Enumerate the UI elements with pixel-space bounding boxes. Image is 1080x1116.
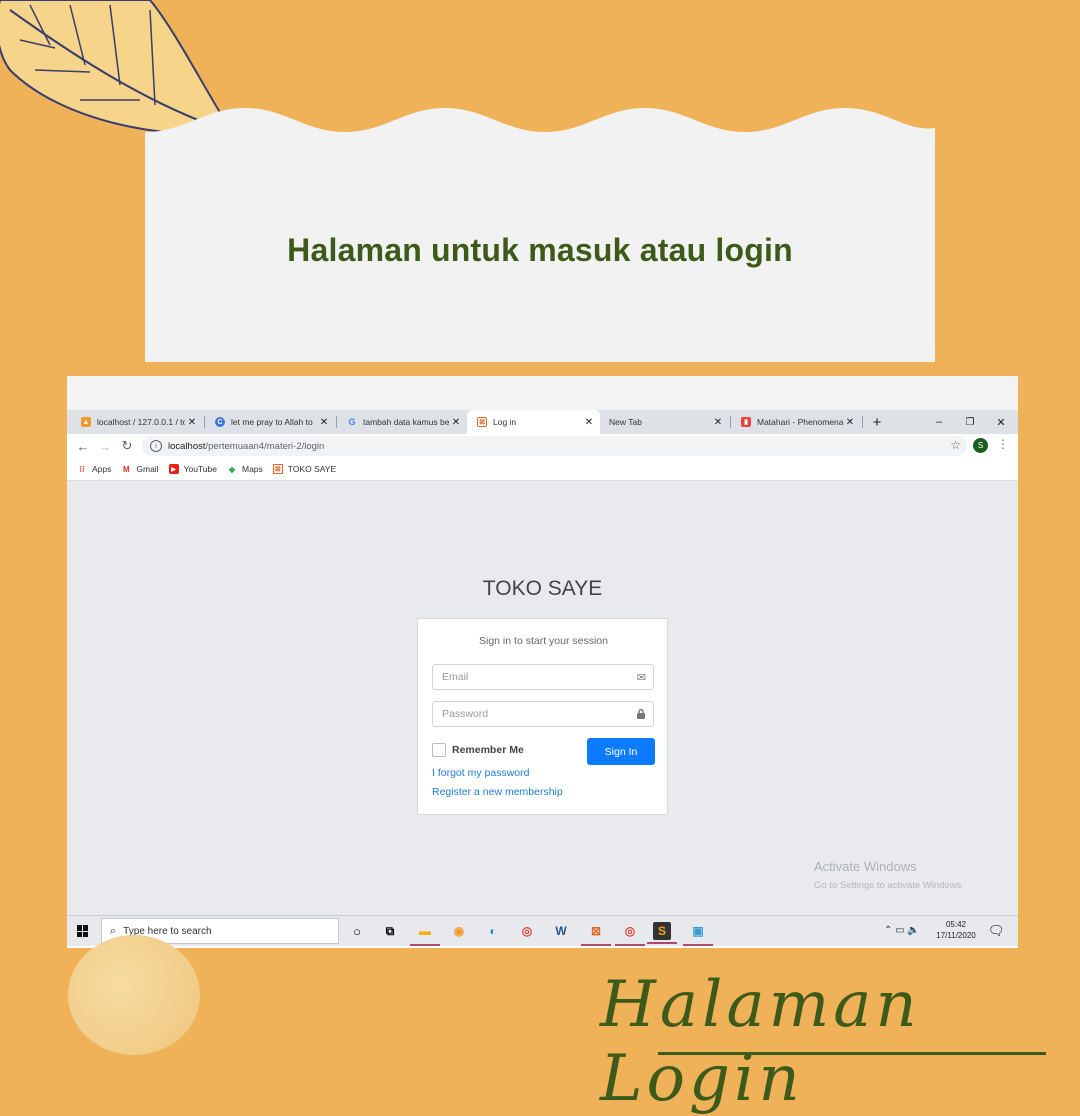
taskbar-clock[interactable]: 05:42 17/11/2020: [934, 919, 978, 941]
tab-new[interactable]: New Tab ✕: [599, 410, 729, 434]
login-page: TOKO SAYE Sign in to start your session …: [67, 481, 1018, 915]
search-icon: ⌕: [110, 924, 117, 937]
close-window-button[interactable]: ✕: [986, 410, 1016, 434]
cortana-icon[interactable]: ○: [346, 920, 368, 942]
xampp-icon[interactable]: ⊠: [581, 920, 611, 946]
restore-button[interactable]: ❐: [955, 410, 985, 434]
phpmyadmin-icon: ▲: [81, 417, 91, 427]
close-tab-icon[interactable]: ✕: [185, 417, 199, 428]
display-app-icon[interactable]: ▣: [683, 920, 713, 946]
chrome-icon[interactable]: ◎: [516, 920, 538, 942]
activate-windows-title: Activate Windows: [814, 859, 917, 874]
maps-icon: ◆: [228, 464, 236, 474]
register-link[interactable]: Register a new membership: [432, 786, 563, 798]
tab-matahari[interactable]: ▮ Matahari - Phenomena ✕: [731, 410, 861, 434]
address-bar-row: ← → ↻ i localhost/pertemuaan4/materi-2/l…: [67, 434, 1018, 458]
system-tray-icons[interactable]: ⌃ ▭ 🔈: [884, 925, 920, 936]
moon-decoration: [68, 935, 200, 1055]
bookmark-gmail[interactable]: M Gmail: [121, 464, 159, 474]
windows-start-icon[interactable]: [77, 925, 89, 937]
file-explorer-icon[interactable]: ▬: [410, 920, 440, 946]
tab-google[interactable]: G tambah data kamus be ✕: [337, 410, 467, 434]
minimize-button[interactable]: –: [924, 410, 954, 434]
tab-strip: ▲ localhost / 127.0.0.1 / to ✕ C let me …: [67, 410, 1018, 434]
bookmark-star-icon[interactable]: ☆: [950, 438, 961, 452]
close-tab-icon[interactable]: ✕: [317, 417, 331, 428]
edge-icon[interactable]: ◐: [482, 920, 504, 942]
chrome-profile-icon[interactable]: ◎: [615, 920, 645, 946]
back-arrow-icon[interactable]: ←: [74, 437, 92, 455]
browser-screenshot: ▲ localhost / 127.0.0.1 / to ✕ C let me …: [67, 376, 1018, 948]
shopping-bag-icon: ▮: [741, 417, 751, 427]
bookmarks-bar: ⁝⁝ Apps M Gmail ▶ YouTube ◆ Maps ⊠ TOKO …: [67, 458, 1018, 481]
reload-icon[interactable]: ↻: [118, 437, 136, 455]
caption-underline: [658, 1052, 1046, 1055]
clock-time: 05:42: [945, 920, 967, 929]
apps-grid-icon: ⁝⁝: [79, 463, 85, 474]
sublime-text-icon[interactable]: S: [647, 922, 677, 944]
google-icon: G: [348, 417, 356, 427]
tab-login[interactable]: ⊠ Log in ✕: [467, 410, 600, 434]
bookmark-maps[interactable]: ◆ Maps: [227, 464, 263, 474]
bookmark-apps[interactable]: ⁝⁝ Apps: [77, 463, 111, 475]
info-icon[interactable]: i: [150, 440, 162, 452]
lock-icon: [636, 708, 646, 722]
bookmark-toko-saye[interactable]: ⊠ TOKO SAYE: [272, 464, 336, 474]
xampp-icon: ⊠: [477, 417, 487, 427]
page-heading: Halaman untuk masuk atau login: [287, 232, 793, 268]
kebab-menu-icon[interactable]: ⋮: [997, 437, 1009, 451]
paper-card: [145, 108, 935, 362]
login-card: Sign in to start your session Email ✉ Pa…: [417, 618, 668, 815]
tab-pray[interactable]: C let me pray to Allah to ✕: [205, 410, 335, 434]
login-subtitle: Sign in to start your session: [479, 635, 608, 647]
url-host: localhost: [168, 440, 206, 452]
bookmark-youtube[interactable]: ▶ YouTube: [168, 464, 217, 474]
c-site-icon: C: [215, 417, 225, 427]
frame-top-margin: [67, 376, 1018, 410]
close-tab-icon[interactable]: ✕: [711, 417, 725, 428]
new-tab-button[interactable]: +: [864, 410, 890, 434]
profile-avatar[interactable]: S: [973, 438, 988, 453]
task-view-icon[interactable]: ⧉: [379, 920, 401, 942]
notification-icon[interactable]: 🗨: [988, 923, 1005, 939]
email-field[interactable]: Email ✉: [432, 664, 654, 690]
windows-taskbar: ⌕ Type here to search ○ ⧉ ▬ ◉ ◐ ◎ W ⊠ ◎ …: [67, 915, 1018, 946]
tab-separator: [862, 416, 863, 428]
activate-windows-subtitle: Go to Settings to activate Windows.: [814, 880, 964, 891]
forward-arrow-icon[interactable]: →: [96, 437, 114, 455]
xampp-icon: ⊠: [272, 464, 283, 474]
remember-checkbox[interactable]: [432, 743, 446, 757]
url-path: /pertemuaan4/materi-2/login: [205, 440, 325, 452]
caption-title: Halaman Login: [600, 968, 921, 1116]
close-tab-icon[interactable]: ✕: [582, 417, 596, 428]
clock-date: 17/11/2020: [936, 931, 976, 940]
gmail-icon: M: [123, 464, 130, 474]
tab-phpmyadmin[interactable]: ▲ localhost / 127.0.0.1 / to ✕: [71, 410, 203, 434]
sign-in-button[interactable]: Sign In: [587, 738, 655, 765]
forgot-password-link[interactable]: I forgot my password: [432, 767, 529, 779]
url-bar[interactable]: i localhost/pertemuaan4/materi-2/login ☆: [142, 436, 967, 456]
envelope-icon: ✉: [636, 672, 646, 684]
youtube-icon: ▶: [168, 464, 179, 474]
remember-me[interactable]: Remember Me: [432, 743, 524, 757]
brand-title[interactable]: TOKO SAYE: [67, 577, 1018, 601]
close-tab-icon[interactable]: ✕: [843, 417, 857, 428]
firefox-icon[interactable]: ◉: [448, 920, 470, 942]
word-icon[interactable]: W: [550, 920, 572, 942]
close-tab-icon[interactable]: ✕: [449, 417, 463, 428]
password-field[interactable]: Password: [432, 701, 654, 727]
